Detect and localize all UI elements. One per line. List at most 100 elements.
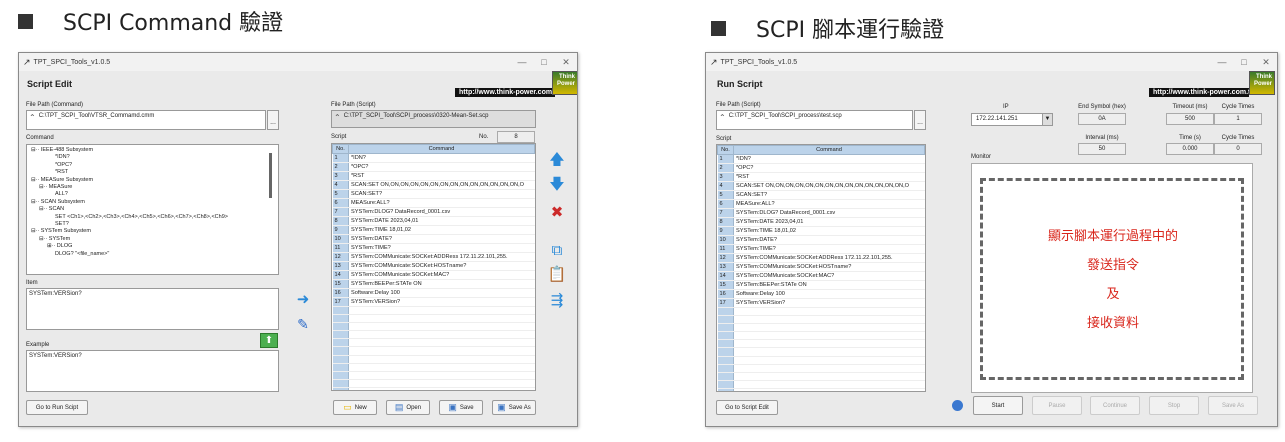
tree-node[interactable]: SET? bbox=[31, 221, 274, 228]
table-row[interactable]: 4 SCAN:SET ON,ON,ON,ON,ON,ON,ON,ON,ON,ON,… bbox=[332, 180, 535, 190]
row-command[interactable]: SYSTem:COMMunicate:SOCKet:MAC? bbox=[348, 270, 535, 280]
row-command[interactable] bbox=[733, 331, 925, 341]
table-row[interactable] bbox=[717, 364, 925, 373]
paste-button[interactable]: 📋 bbox=[547, 265, 567, 283]
table-row[interactable]: 13 SYSTem:COMMunicate:SOCKet:HOSTname? bbox=[717, 262, 925, 272]
start-button[interactable]: Start bbox=[973, 396, 1023, 415]
copy-button[interactable]: ⧉ bbox=[547, 241, 567, 259]
cycle-times-field[interactable]: 1 bbox=[1214, 113, 1262, 125]
row-command[interactable]: *OPC? bbox=[733, 163, 925, 173]
row-command[interactable]: SYSTem:COMMunicate:SOCKet:HOSTname? bbox=[348, 261, 535, 271]
row-command[interactable]: Software:Delay 100 bbox=[733, 289, 925, 299]
go-to-run-script-button[interactable]: Go to Run Scipt bbox=[26, 400, 88, 415]
run-script-grid[interactable]: No. Command 1 *IDN? 2 *OPC? 3 *RST 4 SCAN:SET ON,… bbox=[716, 144, 926, 392]
row-command[interactable]: SYSTem:TIME 18,01,02 bbox=[733, 226, 925, 236]
table-row[interactable]: 3 *RST bbox=[332, 171, 535, 181]
tree-node[interactable]: *RST bbox=[31, 169, 274, 176]
table-row[interactable]: 14 SYSTem:COMMunicate:SOCKet:MAC? bbox=[717, 271, 925, 281]
row-command[interactable]: SCAN:SET? bbox=[733, 190, 925, 200]
row-command[interactable]: SYSTem:TIME? bbox=[348, 243, 535, 253]
tree-node[interactable]: ⊟·· SCAN Subsystem bbox=[31, 199, 274, 206]
table-row[interactable] bbox=[332, 330, 535, 340]
table-row[interactable]: 17 SYSTem:VERSion? bbox=[717, 298, 925, 308]
row-command[interactable] bbox=[348, 371, 535, 380]
new-button[interactable]: ▭ New bbox=[333, 400, 377, 415]
table-row[interactable]: 8 SYSTem:DATE 2023,04,01 bbox=[332, 216, 535, 226]
table-row[interactable]: 14 SYSTem:COMMunicate:SOCKet:MAC? bbox=[332, 270, 535, 280]
command-tree[interactable]: ⊟·· IEEE-488 Subsystem *IDN? *OPC? *RST ⊟·· … bbox=[26, 144, 279, 275]
maximize-button[interactable]: □ bbox=[1233, 57, 1255, 68]
table-row[interactable] bbox=[717, 307, 925, 317]
row-command[interactable] bbox=[733, 372, 925, 381]
save-as-log-button[interactable]: Save As bbox=[1208, 396, 1258, 415]
interval-field[interactable]: 50 bbox=[1078, 143, 1126, 155]
table-row[interactable] bbox=[332, 371, 535, 380]
row-command[interactable]: MEASure:ALL? bbox=[733, 199, 925, 209]
insert-up-button[interactable]: ⬆ bbox=[260, 333, 278, 348]
row-command[interactable]: SYSTem:TIME? bbox=[733, 244, 925, 254]
row-command[interactable] bbox=[348, 346, 535, 356]
table-row[interactable]: 9 SYSTem:TIME 18,01,02 bbox=[332, 225, 535, 235]
row-command[interactable] bbox=[348, 355, 535, 364]
table-row[interactable]: 11 SYSTem:TIME? bbox=[717, 244, 925, 254]
row-command[interactable] bbox=[348, 314, 535, 324]
table-row[interactable] bbox=[717, 331, 925, 341]
table-row[interactable]: 12 SYSTem:COMMunicate:SOCKet:ADDRess 172.… bbox=[717, 253, 925, 263]
row-command[interactable]: SCAN:SET? bbox=[348, 189, 535, 199]
table-row[interactable]: 15 SYSTem:BEEPer:STATe ON bbox=[717, 280, 925, 290]
row-command[interactable] bbox=[348, 330, 535, 340]
row-command[interactable]: SYSTem:BEEPer:STATe ON bbox=[348, 279, 535, 289]
table-row[interactable]: 2 *OPC? bbox=[332, 162, 535, 172]
row-command[interactable] bbox=[348, 387, 535, 390]
row-command[interactable]: *RST bbox=[348, 171, 535, 181]
row-command[interactable]: SYSTem:DATE? bbox=[733, 235, 925, 245]
table-row[interactable]: 1 *IDN? bbox=[332, 153, 535, 163]
table-row[interactable]: 2 *OPC? bbox=[717, 163, 925, 173]
edit-script-button[interactable]: ✎ bbox=[292, 314, 314, 334]
table-row[interactable]: 17 SYSTem:VERSion? bbox=[332, 297, 535, 307]
close-button[interactable]: ✕ bbox=[555, 57, 577, 68]
row-command[interactable] bbox=[733, 364, 925, 373]
file-path-script-field[interactable]: ⌃ C:\TPT_SCPI_Tool\SCPI_process\test.scp bbox=[716, 110, 913, 130]
table-row[interactable]: 6 MEASure:ALL? bbox=[717, 199, 925, 209]
row-command[interactable] bbox=[733, 307, 925, 317]
table-row[interactable]: 13 SYSTem:COMMunicate:SOCKet:HOSTname? bbox=[332, 261, 535, 271]
table-row[interactable] bbox=[332, 379, 535, 388]
table-row[interactable]: 10 SYSTem:DATE? bbox=[717, 235, 925, 245]
table-row[interactable]: 10 SYSTem:DATE? bbox=[332, 234, 535, 244]
tree-node[interactable]: ⊟·· MEASure bbox=[31, 184, 274, 191]
row-command[interactable]: SYSTem:DATE 2023,04,01 bbox=[348, 216, 535, 226]
table-row[interactable] bbox=[717, 315, 925, 325]
tree-node[interactable]: DLOG? "<file_name>" bbox=[31, 251, 274, 258]
close-button[interactable]: ✕ bbox=[1255, 57, 1277, 68]
row-command[interactable]: SYSTem:COMMunicate:SOCKet:HOSTname? bbox=[733, 262, 925, 272]
continue-button[interactable]: Continue bbox=[1090, 396, 1140, 415]
file-path-command-field[interactable]: ⌃ C:\TPT_SCPI_Tool\VTSR_Commamd.cmm bbox=[26, 110, 266, 130]
table-row[interactable] bbox=[717, 380, 925, 389]
browse-command-button[interactable]: ... bbox=[267, 110, 279, 130]
go-to-script-edit-button[interactable]: Go to Script Edit bbox=[716, 400, 778, 415]
table-row[interactable]: 16 Software:Delay 100 bbox=[332, 288, 535, 298]
minimize-button[interactable]: — bbox=[511, 57, 533, 68]
table-row[interactable]: 11 SYSTem:TIME? bbox=[332, 243, 535, 253]
tree-node[interactable]: ALL? bbox=[31, 191, 274, 198]
row-command[interactable] bbox=[733, 388, 925, 391]
row-command[interactable]: MEASure:ALL? bbox=[348, 198, 535, 208]
row-command[interactable]: SYSTem:BEEPer:STATe ON bbox=[733, 280, 925, 290]
row-command[interactable] bbox=[733, 356, 925, 365]
row-command[interactable] bbox=[348, 379, 535, 388]
table-row[interactable] bbox=[332, 346, 535, 356]
table-row[interactable]: 4 SCAN:SET ON,ON,ON,ON,ON,ON,ON,ON,ON,ON,… bbox=[717, 181, 925, 191]
row-command[interactable] bbox=[348, 306, 535, 316]
tree-node[interactable]: ⊟·· SYSTem Subsystem bbox=[31, 228, 274, 235]
table-row[interactable] bbox=[717, 356, 925, 365]
table-row[interactable]: 12 SYSTem:COMMunicate:SOCKet:ADDRess 172.… bbox=[332, 252, 535, 262]
table-row[interactable] bbox=[332, 338, 535, 348]
tree-node[interactable]: ⊟·· IEEE-488 Subsystem bbox=[31, 147, 274, 154]
timeout-field[interactable]: 500 bbox=[1166, 113, 1214, 125]
row-command[interactable] bbox=[348, 338, 535, 348]
table-row[interactable] bbox=[717, 339, 925, 349]
row-command[interactable]: SYSTem:TIME 18,01,02 bbox=[348, 225, 535, 235]
row-command[interactable]: SCAN:SET ON,ON,ON,ON,ON,ON,ON,ON,ON,ON,O… bbox=[348, 180, 535, 190]
table-row[interactable] bbox=[332, 322, 535, 332]
